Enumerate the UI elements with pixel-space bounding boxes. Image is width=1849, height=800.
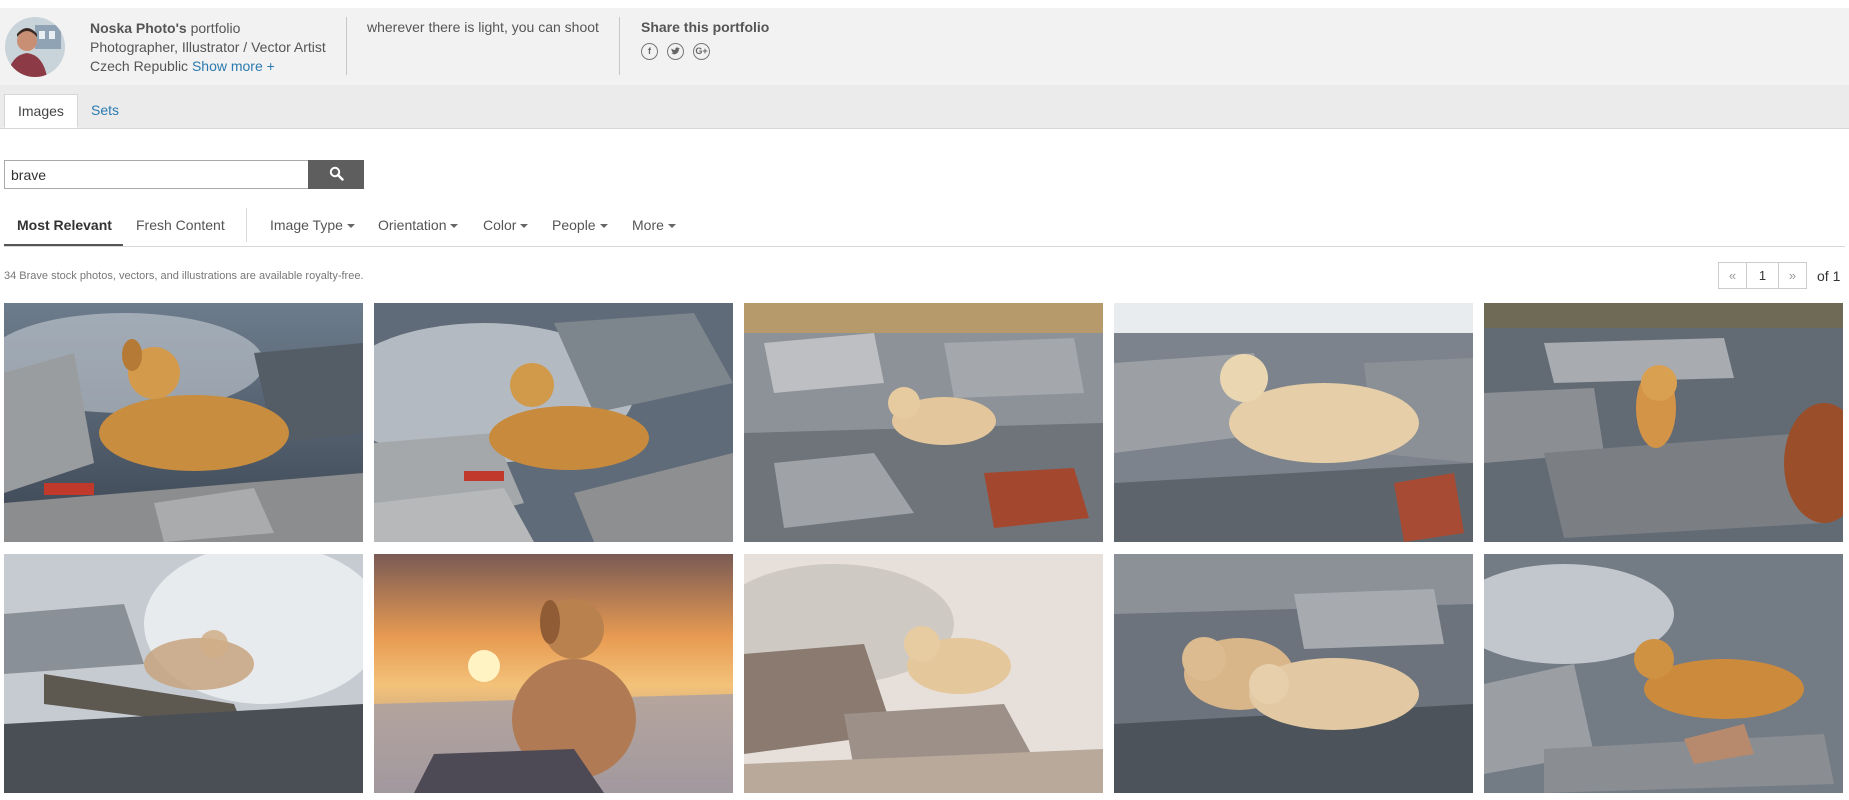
chevron-down-icon xyxy=(346,224,355,229)
tab-images[interactable]: Images xyxy=(4,94,78,128)
dog-sunset-image xyxy=(374,554,733,793)
chevron-down-icon xyxy=(599,224,608,229)
filter-people[interactable]: People xyxy=(552,217,608,233)
profile-location: Czech Republic xyxy=(90,58,189,74)
image-thumbnail[interactable] xyxy=(1114,303,1473,542)
profile-tagline: wherever there is light, you can shoot xyxy=(367,19,599,35)
dog-rubble-image xyxy=(1484,303,1843,542)
avatar[interactable] xyxy=(5,17,65,77)
share-title: Share this portfolio xyxy=(641,19,770,35)
prev-page-button[interactable]: « xyxy=(1718,262,1747,289)
dog-rubble-image xyxy=(4,554,363,793)
filter-bar: Most Relevant Fresh Content Image Type O… xyxy=(4,208,1845,247)
image-thumbnail[interactable] xyxy=(744,303,1103,542)
search-icon xyxy=(329,166,344,181)
filter-orientation-label: Orientation xyxy=(378,217,447,233)
filter-more-label: More xyxy=(632,217,664,233)
image-thumbnail[interactable] xyxy=(4,554,363,793)
dog-rubble-image xyxy=(4,303,363,542)
image-thumbnail[interactable] xyxy=(374,303,733,542)
google-plus-icon[interactable]: G+ xyxy=(693,43,710,60)
header-divider xyxy=(619,17,620,75)
portfolio-label: portfolio xyxy=(186,20,241,36)
active-sort-underline xyxy=(4,244,123,246)
profile-roles: Photographer, Illustrator / Vector Artis… xyxy=(90,39,326,55)
chevron-down-icon xyxy=(450,224,459,229)
filter-image-type[interactable]: Image Type xyxy=(270,217,355,233)
image-thumbnail[interactable] xyxy=(4,303,363,542)
next-page-button[interactable]: » xyxy=(1778,262,1807,289)
filter-people-label: People xyxy=(552,217,596,233)
filter-orientation[interactable]: Orientation xyxy=(378,217,459,233)
search-input[interactable] xyxy=(4,160,308,189)
dog-rubble-image xyxy=(744,554,1103,793)
portfolio-header: Noska Photo's portfolio Photographer, Il… xyxy=(0,8,1849,85)
results-summary: 34 Brave stock photos, vectors, and illu… xyxy=(4,270,364,282)
image-thumbnail[interactable] xyxy=(374,554,733,793)
portfolio-tabs: Images Sets xyxy=(0,85,1849,129)
share-section: Share this portfolio f G+ xyxy=(641,19,769,60)
profile-info: Noska Photo's portfolio Photographer, Il… xyxy=(90,19,326,76)
image-thumbnail[interactable] xyxy=(1484,303,1843,542)
tab-sets[interactable]: Sets xyxy=(78,94,132,128)
dog-rubble-image xyxy=(1484,554,1843,793)
filter-divider xyxy=(246,208,247,242)
image-thumbnail[interactable] xyxy=(1484,554,1843,793)
search-bar xyxy=(4,160,364,189)
show-more-link[interactable]: Show more + xyxy=(192,58,275,74)
portfolio-owner-name[interactable]: Noska Photo's xyxy=(90,20,187,36)
sort-most-relevant[interactable]: Most Relevant xyxy=(17,217,112,233)
facebook-icon[interactable]: f xyxy=(641,43,658,60)
page-number-input[interactable]: 1 xyxy=(1746,262,1779,289)
dog-rubble-image xyxy=(1114,303,1473,542)
chevron-down-icon xyxy=(520,224,529,229)
filter-more[interactable]: More xyxy=(632,217,676,233)
filter-color[interactable]: Color xyxy=(483,217,529,233)
twitter-icon[interactable] xyxy=(667,43,684,60)
filter-color-label: Color xyxy=(483,217,517,233)
page-total: of 1 xyxy=(1817,267,1841,284)
dog-rubble-image xyxy=(744,303,1103,542)
image-thumbnail[interactable] xyxy=(1114,554,1473,793)
image-thumbnail[interactable] xyxy=(744,554,1103,793)
dog-rubble-image xyxy=(374,303,733,542)
pagination: « 1 » of 1 xyxy=(1718,262,1841,289)
header-divider xyxy=(346,17,347,75)
chevron-down-icon xyxy=(667,224,676,229)
search-button[interactable] xyxy=(308,160,364,189)
dog-rubble-image xyxy=(1114,554,1473,793)
filter-image-type-label: Image Type xyxy=(270,217,343,233)
sort-fresh-content[interactable]: Fresh Content xyxy=(136,217,225,233)
